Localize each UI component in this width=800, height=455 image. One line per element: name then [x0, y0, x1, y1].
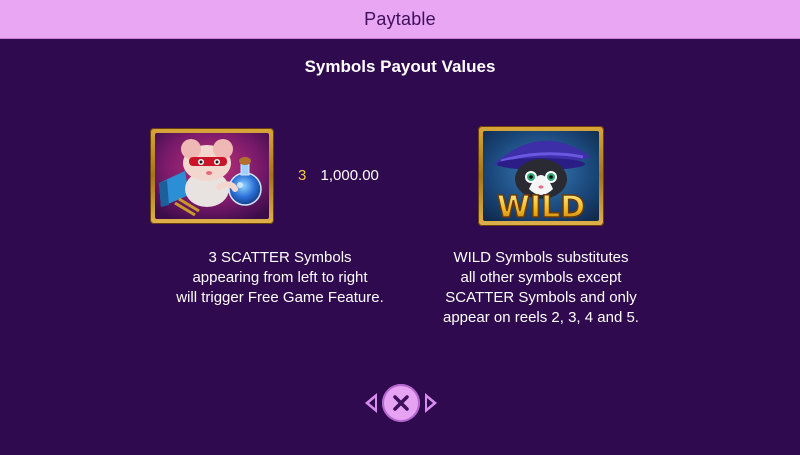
section-title: Symbols Payout Values	[304, 57, 496, 76]
close-button[interactable]	[382, 384, 420, 422]
description-line: all other symbols except	[460, 269, 622, 286]
page-title: Paytable	[364, 8, 436, 29]
payout-value: 1,000.00	[320, 167, 379, 184]
scatter-symbol-icon	[150, 128, 274, 224]
scatter-payout-row: 3 1,000.00	[298, 167, 379, 184]
paytable-screen: Paytable Symbols Payout Values 3 1,000.0…	[0, 0, 800, 455]
description-line: appear on reels 2, 3, 4 and 5.	[443, 309, 639, 326]
wild-symbol-label: WILD	[497, 190, 585, 221]
description-line: SCATTER Symbols and only	[445, 289, 637, 306]
paytable-navigation	[363, 383, 439, 423]
chevron-right-icon[interactable]	[425, 393, 437, 413]
wild-symbol-icon: WILD	[478, 126, 604, 226]
paytable-header: Paytable	[0, 0, 800, 39]
payout-count: 3	[298, 167, 307, 184]
close-icon	[393, 395, 409, 411]
chevron-left-icon[interactable]	[365, 393, 377, 413]
description-line: WILD Symbols substitutes	[453, 249, 629, 266]
wild-description: WILD Symbols substitutes all other symbo…	[390, 248, 692, 328]
